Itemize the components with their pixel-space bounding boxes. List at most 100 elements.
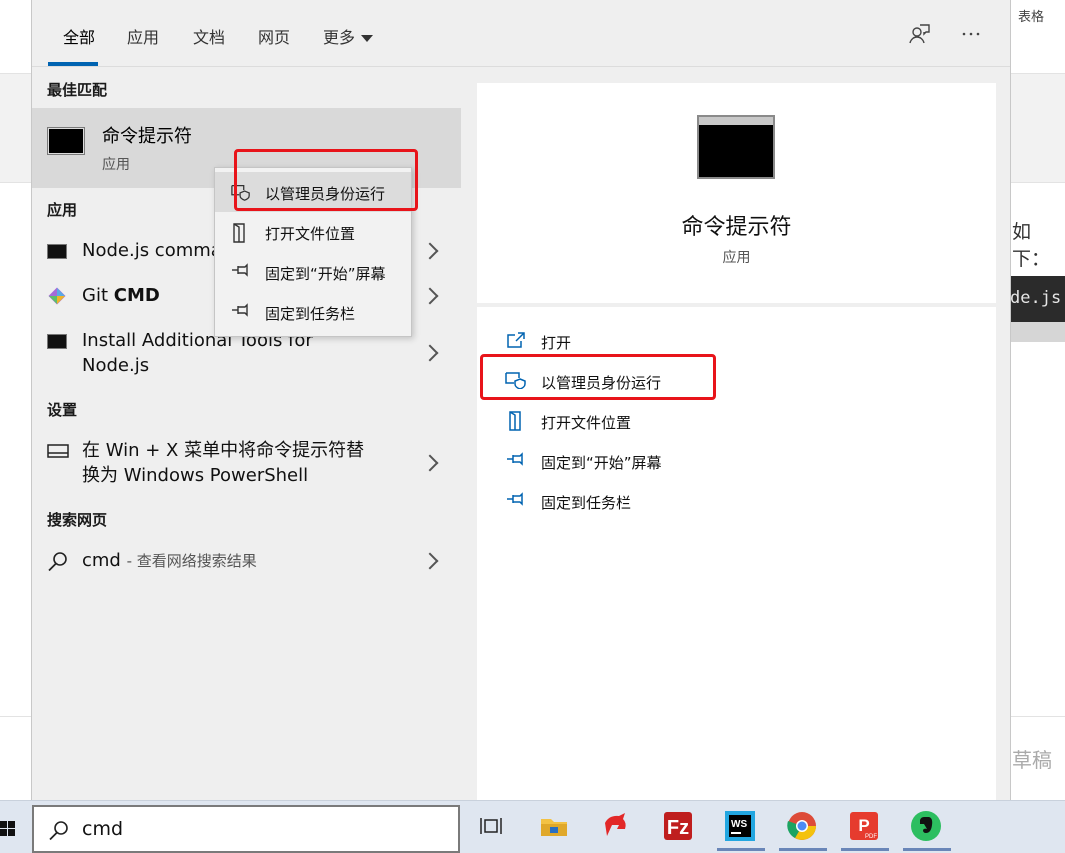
svg-text:P: P (858, 816, 869, 835)
svg-text:PDF: PDF (865, 834, 877, 840)
git-label-bold: CMD (113, 285, 160, 306)
running-indicator (779, 848, 827, 851)
pin-icon (231, 263, 249, 281)
background-code-block: de.js (1010, 276, 1065, 322)
search-icon (48, 552, 67, 572)
command-prompt-icon (47, 127, 85, 155)
tab-more[interactable]: 更多 (323, 24, 374, 48)
action-label: 以管理员身份运行 (541, 374, 662, 392)
app-item-label: Git CMD (82, 283, 160, 308)
caret-down-icon (361, 35, 374, 42)
shield-icon (231, 183, 250, 201)
chrome-icon[interactable] (785, 809, 819, 843)
context-pin-to-start[interactable]: 固定到“开始”屏幕 (215, 252, 411, 292)
action-open-file-location[interactable]: 打开文件位置 (477, 401, 996, 441)
pin-icon (505, 451, 527, 471)
task-view-icon[interactable] (476, 809, 510, 843)
apps-header: 应用 (47, 201, 78, 219)
web-query: cmd (82, 550, 121, 571)
command-prompt-icon-large (697, 115, 775, 179)
evernote-icon[interactable] (909, 809, 943, 843)
action-run-as-admin[interactable]: 以管理员身份运行 (477, 361, 996, 401)
tab-more-label: 更多 (323, 28, 356, 47)
file-explorer-icon[interactable] (537, 809, 571, 843)
svg-text:WS: WS (731, 819, 747, 830)
taskbar-search-input[interactable]: cmd (32, 805, 460, 853)
tab-web[interactable]: 网页 (258, 24, 290, 48)
action-label: 打开 (541, 334, 572, 352)
app-icon[interactable] (599, 809, 633, 843)
terminal-icon (47, 244, 67, 259)
web-search-item[interactable]: cmd - 查看网络搜索结果 (32, 545, 461, 585)
app-item-label: Node.js comma (82, 240, 222, 261)
file-location-icon (505, 411, 527, 431)
webstorm-icon[interactable]: WS (723, 809, 757, 843)
context-label: 打开文件位置 (265, 225, 356, 243)
open-icon (505, 331, 527, 351)
search-value: cmd (82, 818, 124, 840)
context-menu: 以管理员身份运行 打开文件位置 固定到“开始”屏幕 固定到任务栏 (214, 167, 412, 337)
context-pin-to-taskbar[interactable]: 固定到任务栏 (215, 292, 411, 332)
shield-icon (505, 371, 527, 391)
preview-actions: 打开 以管理员身份运行 打开文件位置 固定到“开始”屏幕 固定到任务栏 (477, 307, 996, 803)
pdf-reader-icon[interactable]: P PDF (847, 809, 881, 843)
chevron-right-icon[interactable] (421, 287, 439, 305)
best-match-title: 命令提示符 (102, 126, 192, 147)
web-search-label: cmd - 查看网络搜索结果 (82, 548, 257, 574)
pin-icon (505, 491, 527, 511)
settings-item-line2: 换为 Windows PowerShell (82, 465, 309, 486)
best-match-subtitle: 应用 (102, 157, 130, 173)
context-label: 固定到“开始”屏幕 (265, 265, 386, 283)
settings-item-powershell[interactable]: 在 Win + X 菜单中将命令提示符替 换为 Windows PowerShe… (32, 435, 461, 495)
tab-all[interactable]: 全部 (63, 24, 95, 48)
action-open[interactable]: 打开 (477, 321, 996, 361)
settings-header: 设置 (47, 401, 78, 419)
chevron-right-icon[interactable] (421, 344, 439, 362)
terminal-icon (47, 334, 67, 349)
git-label-prefix: Git (82, 285, 114, 306)
windows-start-icon[interactable] (0, 811, 16, 843)
taskbar-settings-icon (47, 444, 69, 458)
action-label: 固定到任务栏 (541, 494, 632, 512)
web-search-header: 搜索网页 (47, 511, 108, 529)
chevron-right-icon[interactable] (421, 242, 439, 260)
preview-header: 命令提示符 应用 (477, 83, 996, 303)
table-label[interactable]: 表格 (1018, 6, 1044, 25)
pin-icon (231, 303, 249, 321)
filezilla-icon[interactable]: Fz (661, 809, 695, 843)
preview-subtitle: 应用 (722, 250, 751, 266)
context-open-file-location[interactable]: 打开文件位置 (215, 212, 411, 252)
active-tab-indicator (48, 62, 98, 66)
best-match-header: 最佳匹配 (47, 81, 108, 99)
action-pin-to-start[interactable]: 固定到“开始”屏幕 (477, 441, 996, 481)
search-tabs: 全部 应用 文档 网页 更多 (32, 0, 1010, 67)
tab-apps[interactable]: 应用 (127, 24, 159, 48)
action-label: 固定到“开始”屏幕 (541, 454, 662, 472)
file-location-icon (231, 223, 249, 243)
more-options-icon[interactable] (958, 22, 984, 48)
context-label: 以管理员身份运行 (265, 185, 386, 203)
background-text: 如下： (1012, 221, 1051, 270)
action-label: 打开文件位置 (541, 414, 632, 432)
settings-item-line1: 在 Win + X 菜单中将命令提示符替 (82, 440, 365, 461)
context-label: 固定到任务栏 (265, 305, 356, 323)
running-indicator (903, 848, 951, 851)
taskbar: cmd Fz WS P PDF (0, 800, 1065, 853)
preview-title: 命令提示符 (681, 215, 792, 240)
search-panel: 全部 应用 文档 网页 更多 最佳匹配 命令提示符 应用 应用 Node.js … (31, 0, 1011, 803)
app-item-label-line2: Node.js (82, 355, 150, 376)
code-scrollbar[interactable] (1010, 322, 1065, 342)
draft-button[interactable]: 草稿 (1012, 744, 1052, 773)
svg-text:Fz: Fz (667, 817, 689, 839)
action-pin-to-taskbar[interactable]: 固定到任务栏 (477, 481, 996, 521)
git-icon (48, 287, 66, 305)
chevron-right-icon[interactable] (421, 552, 439, 570)
running-indicator (717, 848, 765, 851)
tab-documents[interactable]: 文档 (193, 24, 225, 48)
feedback-icon[interactable] (907, 22, 933, 48)
code-text: de.js (1010, 288, 1062, 308)
context-run-as-admin[interactable]: 以管理员身份运行 (215, 172, 411, 212)
chevron-right-icon[interactable] (421, 454, 439, 472)
web-suffix: - 查看网络搜索结果 (126, 552, 257, 570)
search-icon (49, 821, 68, 841)
